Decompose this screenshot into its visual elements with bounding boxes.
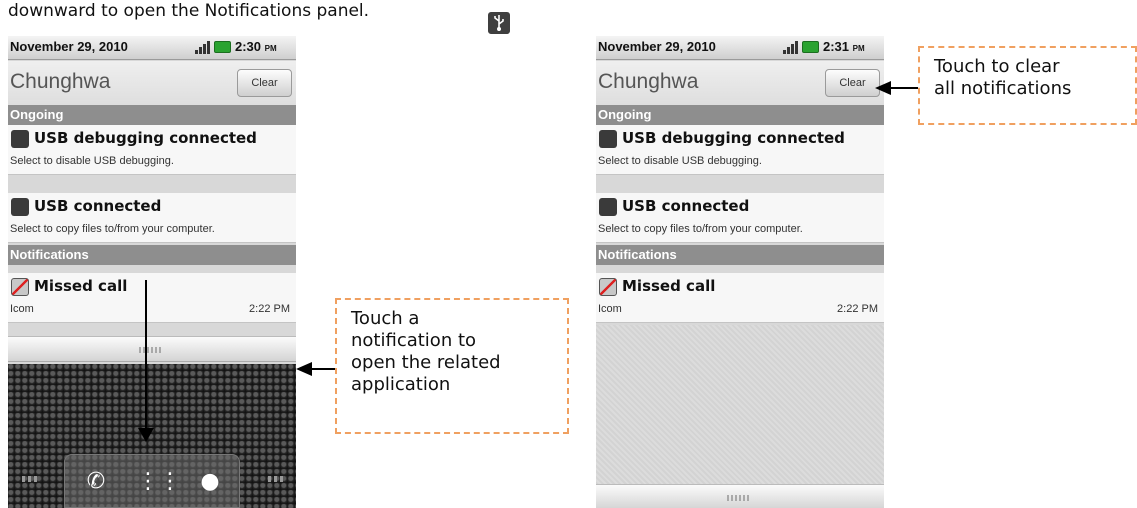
panel-drag-handle[interactable] — [8, 336, 296, 362]
clear-button[interactable]: Clear — [825, 69, 880, 97]
notification-usb-connected[interactable]: USB connected Select to copy files to/fr… — [596, 193, 884, 243]
status-time: 2:31 PM — [823, 39, 865, 54]
callout-line: application — [351, 374, 451, 395]
notification-usb-debugging[interactable]: USB debugging connected Select to disabl… — [596, 125, 884, 175]
row-subtitle: Select to disable USB debugging. — [598, 155, 762, 167]
missed-call-icon — [599, 278, 617, 296]
ongoing-header: Ongoing — [596, 105, 884, 125]
signal-icon — [195, 40, 211, 54]
drag-arrow-line — [145, 280, 147, 430]
battery-icon — [802, 41, 819, 53]
battery-icon — [214, 41, 231, 53]
row-subtitle: Select to disable USB debugging. — [10, 155, 174, 167]
status-bar: November 29, 2010 2:30 PM — [8, 36, 296, 60]
row-title: USB debugging connected — [34, 129, 257, 147]
apps-grid-icon[interactable]: ⋮⋮ — [137, 467, 181, 497]
usb-icon — [11, 198, 29, 216]
grip-icon — [727, 495, 751, 501]
row-title: Missed call — [34, 277, 128, 295]
ongoing-header: Ongoing — [8, 105, 296, 125]
callout-line: all notifications — [934, 78, 1072, 99]
status-time: 2:30 PM — [235, 39, 277, 54]
callout-line: notification to — [351, 330, 477, 351]
usb-debug-icon — [11, 130, 29, 148]
carrier-name: Chunghwa — [10, 70, 111, 93]
usb-debug-icon — [599, 130, 617, 148]
signal-icon — [783, 40, 799, 54]
row-title: Missed call — [622, 277, 716, 295]
instruction-caption: downward to open the Notifications panel… — [8, 1, 370, 21]
row-title: USB debugging connected — [622, 129, 845, 147]
panel-drag-handle[interactable] — [596, 484, 884, 508]
clear-arrow-head — [875, 81, 891, 95]
clear-button[interactable]: Clear — [237, 69, 292, 97]
grip-icon — [139, 347, 163, 353]
dock: ✆ ⋮⋮ ● — [64, 454, 240, 508]
clear-arrow-line — [891, 87, 919, 89]
notification-usb-debugging[interactable]: USB debugging connected Select to disabl… — [8, 125, 296, 175]
row-subtitle: Icom — [598, 303, 622, 315]
carrier-bar: Chunghwa Clear — [8, 61, 296, 105]
phone-icon[interactable]: ✆ — [81, 467, 111, 497]
row-subtitle: Select to copy files to/from your comput… — [598, 223, 803, 235]
row-subtitle: Icom — [10, 303, 34, 315]
page-indicator-right — [268, 476, 284, 482]
notification-missed-call[interactable]: Missed call Icom 2:22 PM — [596, 273, 884, 323]
status-date: November 29, 2010 — [10, 39, 128, 54]
callout-line: open the related — [351, 352, 501, 373]
usb-icon — [488, 12, 510, 34]
carrier-name: Chunghwa — [598, 70, 699, 93]
callout-clear-all: Touch to clear all notifications — [918, 46, 1137, 125]
empty-notification-area — [596, 325, 884, 484]
notification-missed-call[interactable]: Missed call Icom 2:22 PM — [8, 273, 296, 323]
missed-call-icon — [11, 278, 29, 296]
browser-globe-icon[interactable]: ● — [195, 467, 225, 497]
status-date: November 29, 2010 — [598, 39, 716, 54]
notifications-header: Notifications — [8, 245, 296, 265]
row-title: USB connected — [622, 197, 750, 215]
callout-line: Touch a — [351, 308, 420, 329]
callout-arrow-line — [312, 368, 336, 370]
carrier-bar: Chunghwa Clear — [596, 61, 884, 105]
page-indicator-left — [22, 476, 38, 482]
row-time: 2:22 PM — [249, 303, 290, 315]
callout-open-notification: Touch a notification to open the related… — [335, 298, 569, 434]
callout-arrow-head — [296, 362, 312, 376]
notification-usb-connected[interactable]: USB connected Select to copy files to/fr… — [8, 193, 296, 243]
usb-icon — [599, 198, 617, 216]
row-subtitle: Select to copy files to/from your comput… — [10, 223, 215, 235]
status-bar: November 29, 2010 2:31 PM — [596, 36, 884, 60]
phone-screen-right: November 29, 2010 2:31 PM Chunghwa Clear… — [596, 36, 884, 508]
row-time: 2:22 PM — [837, 303, 878, 315]
drag-arrow-head — [138, 428, 154, 442]
notifications-header: Notifications — [596, 245, 884, 265]
callout-line: Touch to clear — [934, 56, 1060, 77]
row-title: USB connected — [34, 197, 162, 215]
